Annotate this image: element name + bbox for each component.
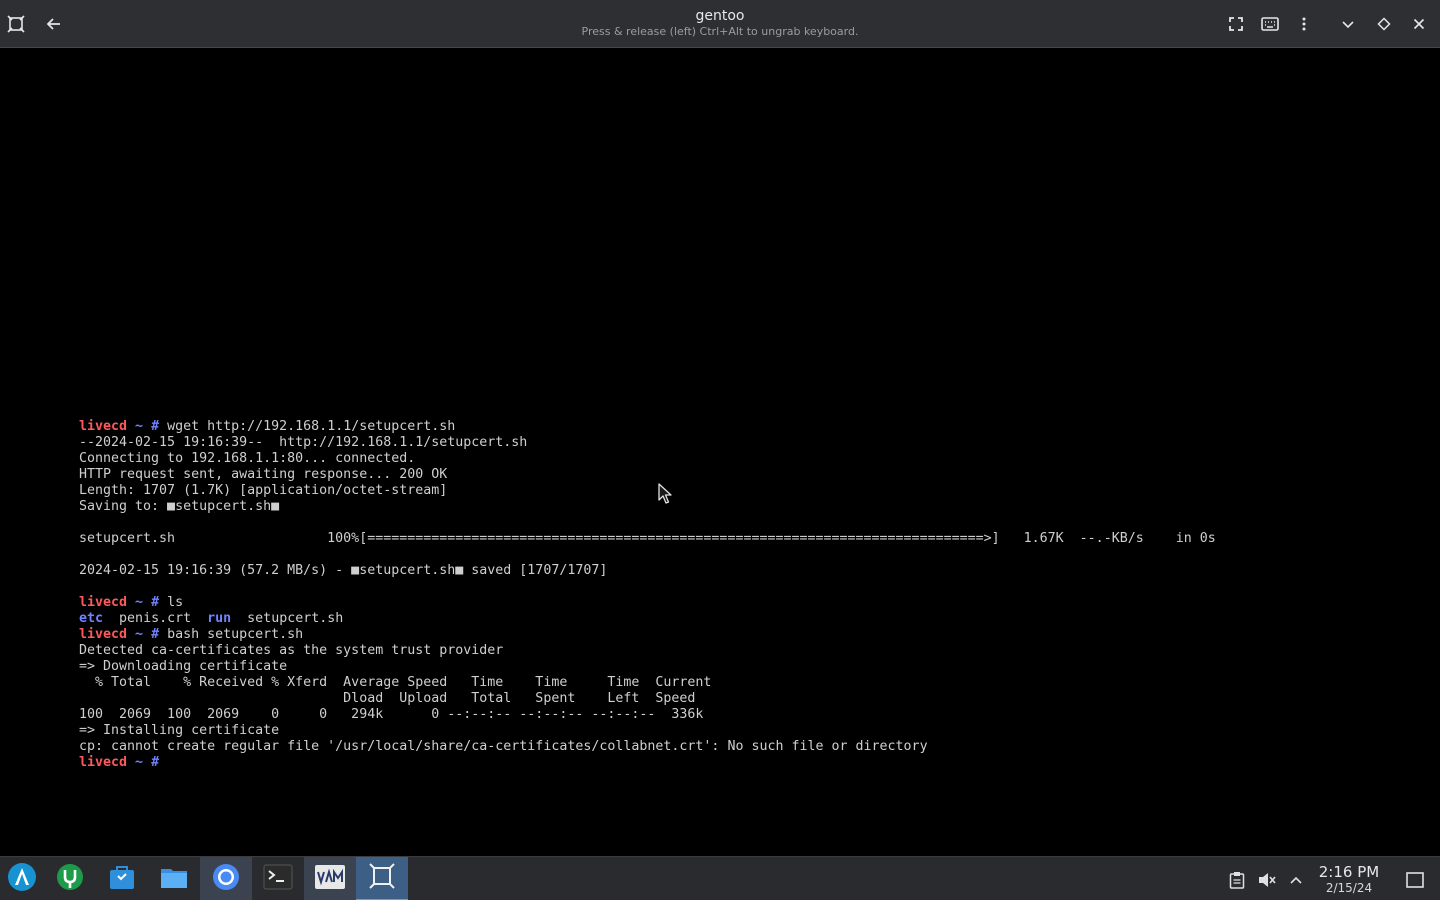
- file-manager-button[interactable]: [148, 857, 200, 900]
- terminal-output-line: Saving to: ■setupcert.sh■: [79, 499, 280, 514]
- virt-manager-button[interactable]: [304, 857, 356, 900]
- clock-date: 2/15/24: [1325, 881, 1373, 895]
- vm-viewer-icon: [369, 863, 395, 893]
- ls-file: penis.crt: [119, 611, 192, 626]
- terminal-output-line: 100 2069 100 2069 0 0 294k 0 --:--:-- --…: [79, 707, 704, 722]
- discover-button[interactable]: [44, 857, 96, 900]
- fullscreen-icon[interactable]: [1220, 8, 1252, 40]
- window-title: gentoo: [695, 8, 745, 24]
- clock[interactable]: 2:16 PM 2/15/24: [1314, 863, 1384, 895]
- prompt-host: livecd: [79, 595, 128, 610]
- terminal-output-line: cp: cannot create regular file '/usr/loc…: [79, 739, 928, 754]
- clipboard-icon[interactable]: [1226, 869, 1248, 891]
- maximize-icon[interactable]: [1368, 8, 1400, 40]
- terminal-output-line: HTTP request sent, awaiting response... …: [79, 467, 448, 482]
- prompt-path: ~ #: [127, 419, 160, 434]
- terminal-output-line: => Installing certificate: [79, 723, 280, 738]
- terminal-output-line: Connecting to 192.168.1.1:80... connecte…: [79, 451, 416, 466]
- prompt-host: livecd: [79, 627, 128, 642]
- ls-directory: run: [207, 611, 232, 626]
- terminal-output-line: % Total % Received % Xferd Average Speed…: [79, 675, 712, 690]
- terminal-output-line: Dload Upload Total Spent Left Speed: [79, 691, 696, 706]
- more-options-icon[interactable]: [1288, 8, 1320, 40]
- terminal-icon: [263, 864, 293, 894]
- vm-viewer-button[interactable]: [356, 857, 408, 900]
- terminal-output-line: Detected ca-certificates as the system t…: [79, 643, 504, 658]
- clock-time: 2:16 PM: [1318, 863, 1380, 881]
- prompt-host: livecd: [79, 755, 128, 770]
- terminal-output: livecd ~ # wget http://192.168.1.1/setup…: [79, 419, 1216, 771]
- minimize-icon[interactable]: [1332, 8, 1364, 40]
- tray-expand-icon[interactable]: [1285, 869, 1307, 891]
- close-icon[interactable]: [1403, 8, 1435, 40]
- mouse-pointer-icon: [658, 483, 672, 509]
- ls-directory: etc: [79, 611, 104, 626]
- prompt-command: ls: [159, 595, 184, 610]
- app-launcher-button[interactable]: [0, 857, 48, 900]
- terminal-output-line: 2024-02-15 19:16:39 (57.2 MB/s) - ■setup…: [79, 563, 608, 578]
- virt-manager-icon: [314, 864, 346, 894]
- ls-file: setupcert.sh: [247, 611, 344, 626]
- prompt-command: wget http://192.168.1.1/setupcert.sh: [159, 419, 456, 434]
- chromium-icon: [211, 862, 241, 896]
- terminal-output-line: --2024-02-15 19:16:39-- http://192.168.1…: [79, 435, 528, 450]
- terminal-button[interactable]: [252, 857, 304, 900]
- app-menu-icon[interactable]: [0, 8, 32, 40]
- terminal-prompt-line: livecd ~ #: [79, 755, 1216, 771]
- prompt-command: bash setupcert.sh: [159, 627, 304, 642]
- prompt-path: ~ #: [127, 627, 160, 642]
- window-subtitle: Press & release (left) Ctrl+Alt to ungra…: [581, 25, 859, 38]
- discover-icon: [55, 862, 85, 896]
- terminal-prompt-line: livecd ~ # wget http://192.168.1.1/setup…: [79, 419, 1216, 435]
- terminal-ls-line: etc penis.crt run setupcert.sh: [79, 611, 1216, 627]
- file-manager-icon: [159, 862, 189, 896]
- vm-console[interactable]: livecd ~ # wget http://192.168.1.1/setup…: [0, 48, 1440, 856]
- taskbar: 2:16 PM 2/15/24: [0, 856, 1440, 900]
- prompt-path: ~ #: [127, 595, 160, 610]
- volume-muted-icon[interactable]: [1256, 869, 1278, 891]
- terminal-output-line: => Downloading certificate: [79, 659, 288, 674]
- chromium-button[interactable]: [200, 857, 252, 900]
- terminal-prompt-line: livecd ~ # ls: [79, 595, 1216, 611]
- ls-separator: [191, 611, 207, 626]
- prompt-path: ~ #: [127, 755, 160, 770]
- window-titlebar: gentoo Press & release (left) Ctrl+Alt t…: [0, 0, 1440, 48]
- terminal-output-line: Length: 1707 (1.7K) [application/octet-s…: [79, 483, 448, 498]
- ls-separator: [231, 611, 247, 626]
- ls-separator: [103, 611, 119, 626]
- terminal-output-line: setupcert.sh 100%[======================…: [79, 531, 1216, 546]
- show-desktop-icon[interactable]: [1404, 869, 1426, 891]
- keyboard-icon[interactable]: [1254, 8, 1286, 40]
- software-store-icon: [107, 862, 137, 896]
- software-store-button[interactable]: [96, 857, 148, 900]
- app-launcher-icon: [7, 862, 37, 896]
- prompt-host: livecd: [79, 419, 128, 434]
- window-title-block: gentoo Press & release (left) Ctrl+Alt t…: [420, 7, 1020, 39]
- back-arrow-icon[interactable]: [38, 8, 70, 40]
- terminal-prompt-line: livecd ~ # bash setupcert.sh: [79, 627, 1216, 643]
